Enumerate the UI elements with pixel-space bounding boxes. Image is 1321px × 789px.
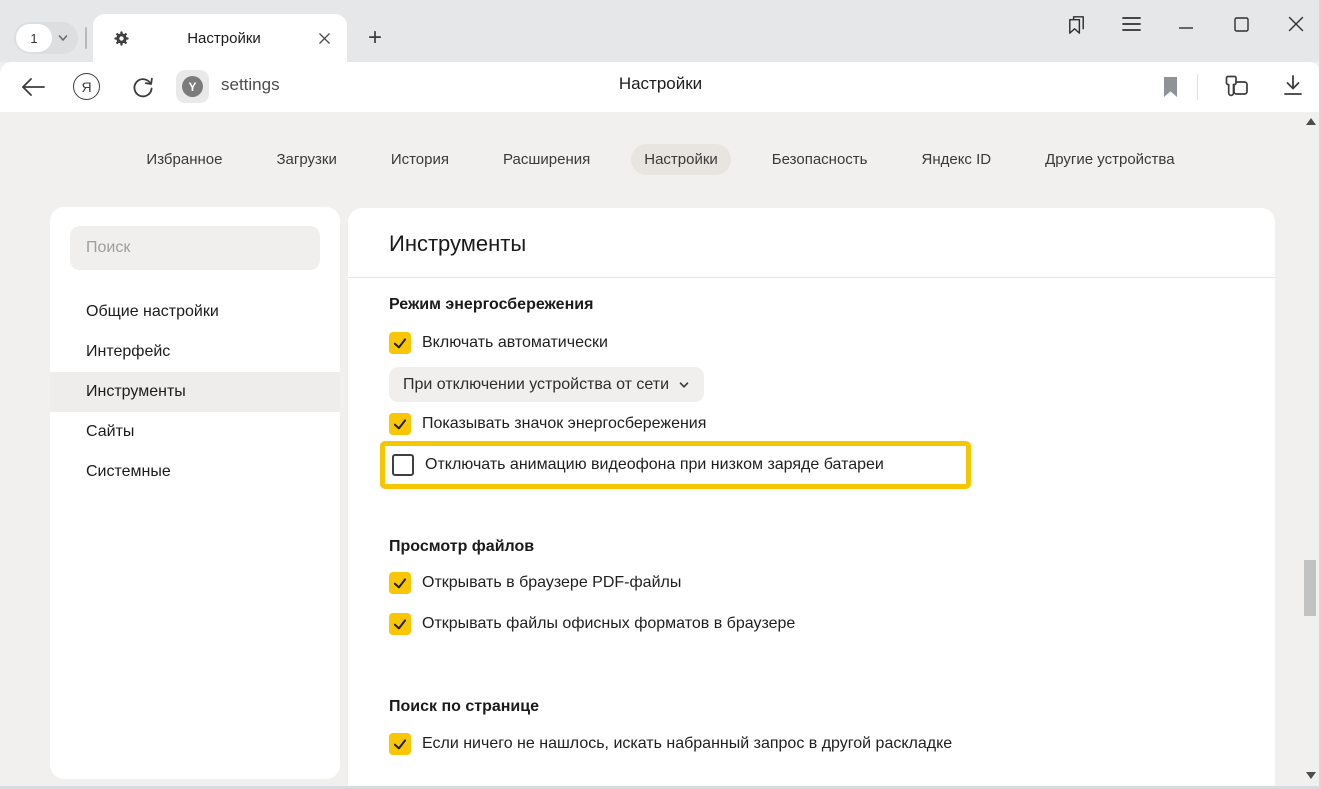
menu-icon[interactable] — [1118, 9, 1144, 39]
nav-other-devices[interactable]: Другие устройства — [1032, 144, 1187, 175]
downloads-icon[interactable] — [1280, 72, 1306, 100]
divider — [348, 277, 1275, 278]
power-saving-mode-select[interactable]: При отключении устройства от сети — [389, 367, 704, 402]
site-favicon: Y — [182, 76, 203, 97]
maximize-icon[interactable] — [1228, 9, 1254, 39]
nav-security[interactable]: Безопасность — [759, 144, 881, 175]
sidebar-list: Общие настройки Интерфейс Инструменты Са… — [50, 292, 340, 492]
scroll-down-arrow[interactable] — [1306, 772, 1316, 779]
sidebar-item-sites[interactable]: Сайты — [50, 412, 340, 452]
sidebar-item-general[interactable]: Общие настройки — [50, 292, 340, 332]
nav-downloads[interactable]: Загрузки — [263, 144, 349, 175]
setting-label: Если ничего не нашлось, искать набранный… — [422, 735, 952, 753]
scrollbar — [1303, 112, 1319, 789]
heading-file-viewing: Просмотр файлов — [389, 536, 1275, 558]
back-icon[interactable] — [19, 73, 47, 101]
highlighted-setting: Отключать анимацию видеофона при низком … — [380, 441, 971, 489]
sidebar-item-system[interactable]: Системные — [50, 452, 340, 492]
nav-favorites[interactable]: Избранное — [133, 144, 235, 175]
setting-label: Включать автоматически — [422, 334, 608, 352]
setting-label: Показывать значок энергосбережения — [422, 415, 706, 433]
site-badge-icon[interactable]: Y — [176, 70, 209, 103]
setting-row-auto-enable[interactable]: Включать автоматически — [389, 331, 1275, 355]
checkbox-pdf[interactable] — [389, 572, 411, 594]
settings-main-panel: Инструменты Режим энергосбережения Включ… — [348, 208, 1275, 789]
titlebar: 1 Настройки + — [0, 0, 1321, 62]
nav-settings[interactable]: Настройки — [631, 144, 731, 175]
titlebar-divider — [85, 27, 87, 49]
settings-sidebar: Общие настройки Интерфейс Инструменты Са… — [50, 207, 340, 779]
address-text[interactable]: settings — [221, 75, 280, 95]
extensions-icon[interactable] — [1222, 72, 1252, 102]
checkbox-show-icon[interactable] — [389, 413, 411, 435]
setting-row-disable-video-animation[interactable]: Отключать анимацию видеофона при низком … — [392, 453, 884, 477]
scrollbar-thumb[interactable] — [1304, 560, 1316, 616]
minimize-icon[interactable] — [1173, 9, 1199, 39]
select-value: При отключении устройства от сети — [403, 376, 669, 394]
tab-count-badge: 1 — [16, 24, 52, 52]
setting-row-pdf[interactable]: Открывать в браузере PDF-файлы — [389, 571, 1275, 595]
heading-power-saving: Режим энергосбережения — [389, 294, 1275, 316]
sidebar-item-interface[interactable]: Интерфейс — [50, 332, 340, 372]
close-window-icon[interactable] — [1283, 9, 1309, 39]
yandex-logo-icon[interactable]: Я — [73, 73, 100, 100]
search-input[interactable] — [70, 226, 320, 270]
checkbox-disable-video-animation[interactable] — [392, 454, 414, 476]
sidebar-item-tools[interactable]: Инструменты — [50, 372, 340, 412]
tab-counter[interactable]: 1 — [14, 22, 78, 54]
nav-extensions[interactable]: Расширения — [490, 144, 603, 175]
checkbox-other-layout-search[interactable] — [389, 733, 411, 755]
new-tab-button[interactable]: + — [359, 22, 391, 54]
setting-label: Отключать анимацию видеофона при низком … — [425, 456, 884, 474]
setting-row-other-layout-search[interactable]: Если ничего не нашлось, искать набранный… — [389, 732, 1275, 756]
tab-title: Настройки — [130, 30, 318, 47]
bookmark-icon[interactable] — [1160, 73, 1180, 101]
bookmarks-panel-icon[interactable] — [1063, 9, 1089, 39]
reload-icon[interactable] — [129, 73, 157, 101]
setting-row-show-icon[interactable]: Показывать значок энергосбережения — [389, 412, 1275, 436]
scroll-up-arrow[interactable] — [1306, 118, 1316, 125]
settings-page: Избранное Загрузки История Расширения На… — [0, 112, 1321, 789]
settings-nav: Избранное Загрузки История Расширения На… — [0, 144, 1321, 175]
browser-tab-settings[interactable]: Настройки — [93, 14, 347, 62]
setting-label: Открывать в браузере PDF-файлы — [422, 574, 681, 592]
nav-history[interactable]: История — [378, 144, 462, 175]
chevron-down-icon[interactable] — [57, 32, 69, 44]
checkbox-office-files[interactable] — [389, 613, 411, 635]
heading-page-search: Поиск по странице — [389, 696, 1275, 718]
nav-yandex-id[interactable]: Яндекс ID — [908, 144, 1004, 175]
gear-icon — [113, 30, 130, 47]
setting-label: Открывать файлы офисных форматов в брауз… — [422, 615, 795, 633]
chevron-down-icon — [678, 379, 690, 391]
setting-row-office-files[interactable]: Открывать файлы офисных форматов в брауз… — [389, 612, 1275, 636]
toolbar-divider — [1197, 74, 1198, 100]
tab-close-icon[interactable] — [318, 32, 331, 45]
checkbox-auto-enable[interactable] — [389, 332, 411, 354]
section-title: Инструменты — [389, 230, 1275, 258]
